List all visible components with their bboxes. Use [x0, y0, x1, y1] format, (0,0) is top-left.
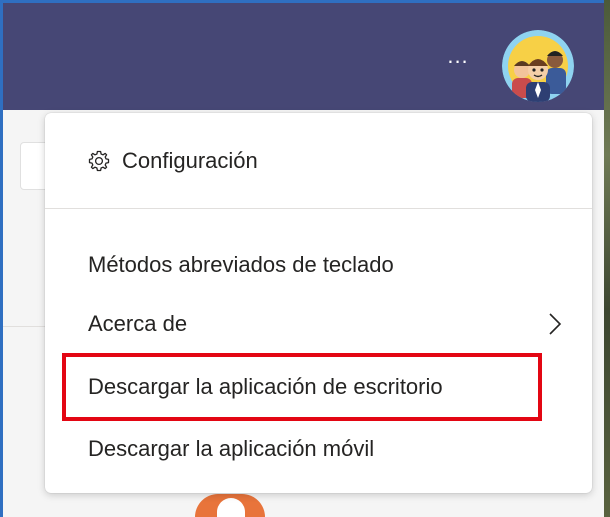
menu-item-download-desktop-app[interactable]: Descargar la aplicación de escritorio [45, 359, 592, 415]
keyboard-shortcuts-label: Métodos abreviados de teclado [88, 252, 394, 277]
more-options-menu: Configuración Métodos abreviados de tecl… [45, 113, 592, 493]
gear-icon [88, 150, 110, 172]
illustration-face [217, 498, 245, 517]
chevron-right-icon [549, 313, 562, 335]
more-options-button[interactable]: ... [443, 45, 473, 71]
background-illustration [195, 494, 265, 517]
download-desktop-label: Descargar la aplicación de escritorio [88, 374, 443, 399]
about-label: Acerca de [88, 311, 188, 336]
menu-item-about[interactable]: Acerca de [45, 296, 592, 352]
settings-label: Configuración [122, 148, 258, 173]
menu-separator [45, 208, 592, 209]
download-mobile-label: Descargar la aplicación móvil [88, 436, 375, 461]
menu-item-download-mobile-app[interactable]: Descargar la aplicación móvil [45, 421, 592, 477]
team-avatar-icon [502, 30, 574, 102]
menu-item-keyboard-shortcuts[interactable]: Métodos abreviados de teclado [45, 237, 592, 293]
menu-item-settings[interactable]: Configuración [45, 133, 592, 189]
user-avatar[interactable] [502, 30, 574, 102]
background-photo-strip [604, 0, 610, 517]
